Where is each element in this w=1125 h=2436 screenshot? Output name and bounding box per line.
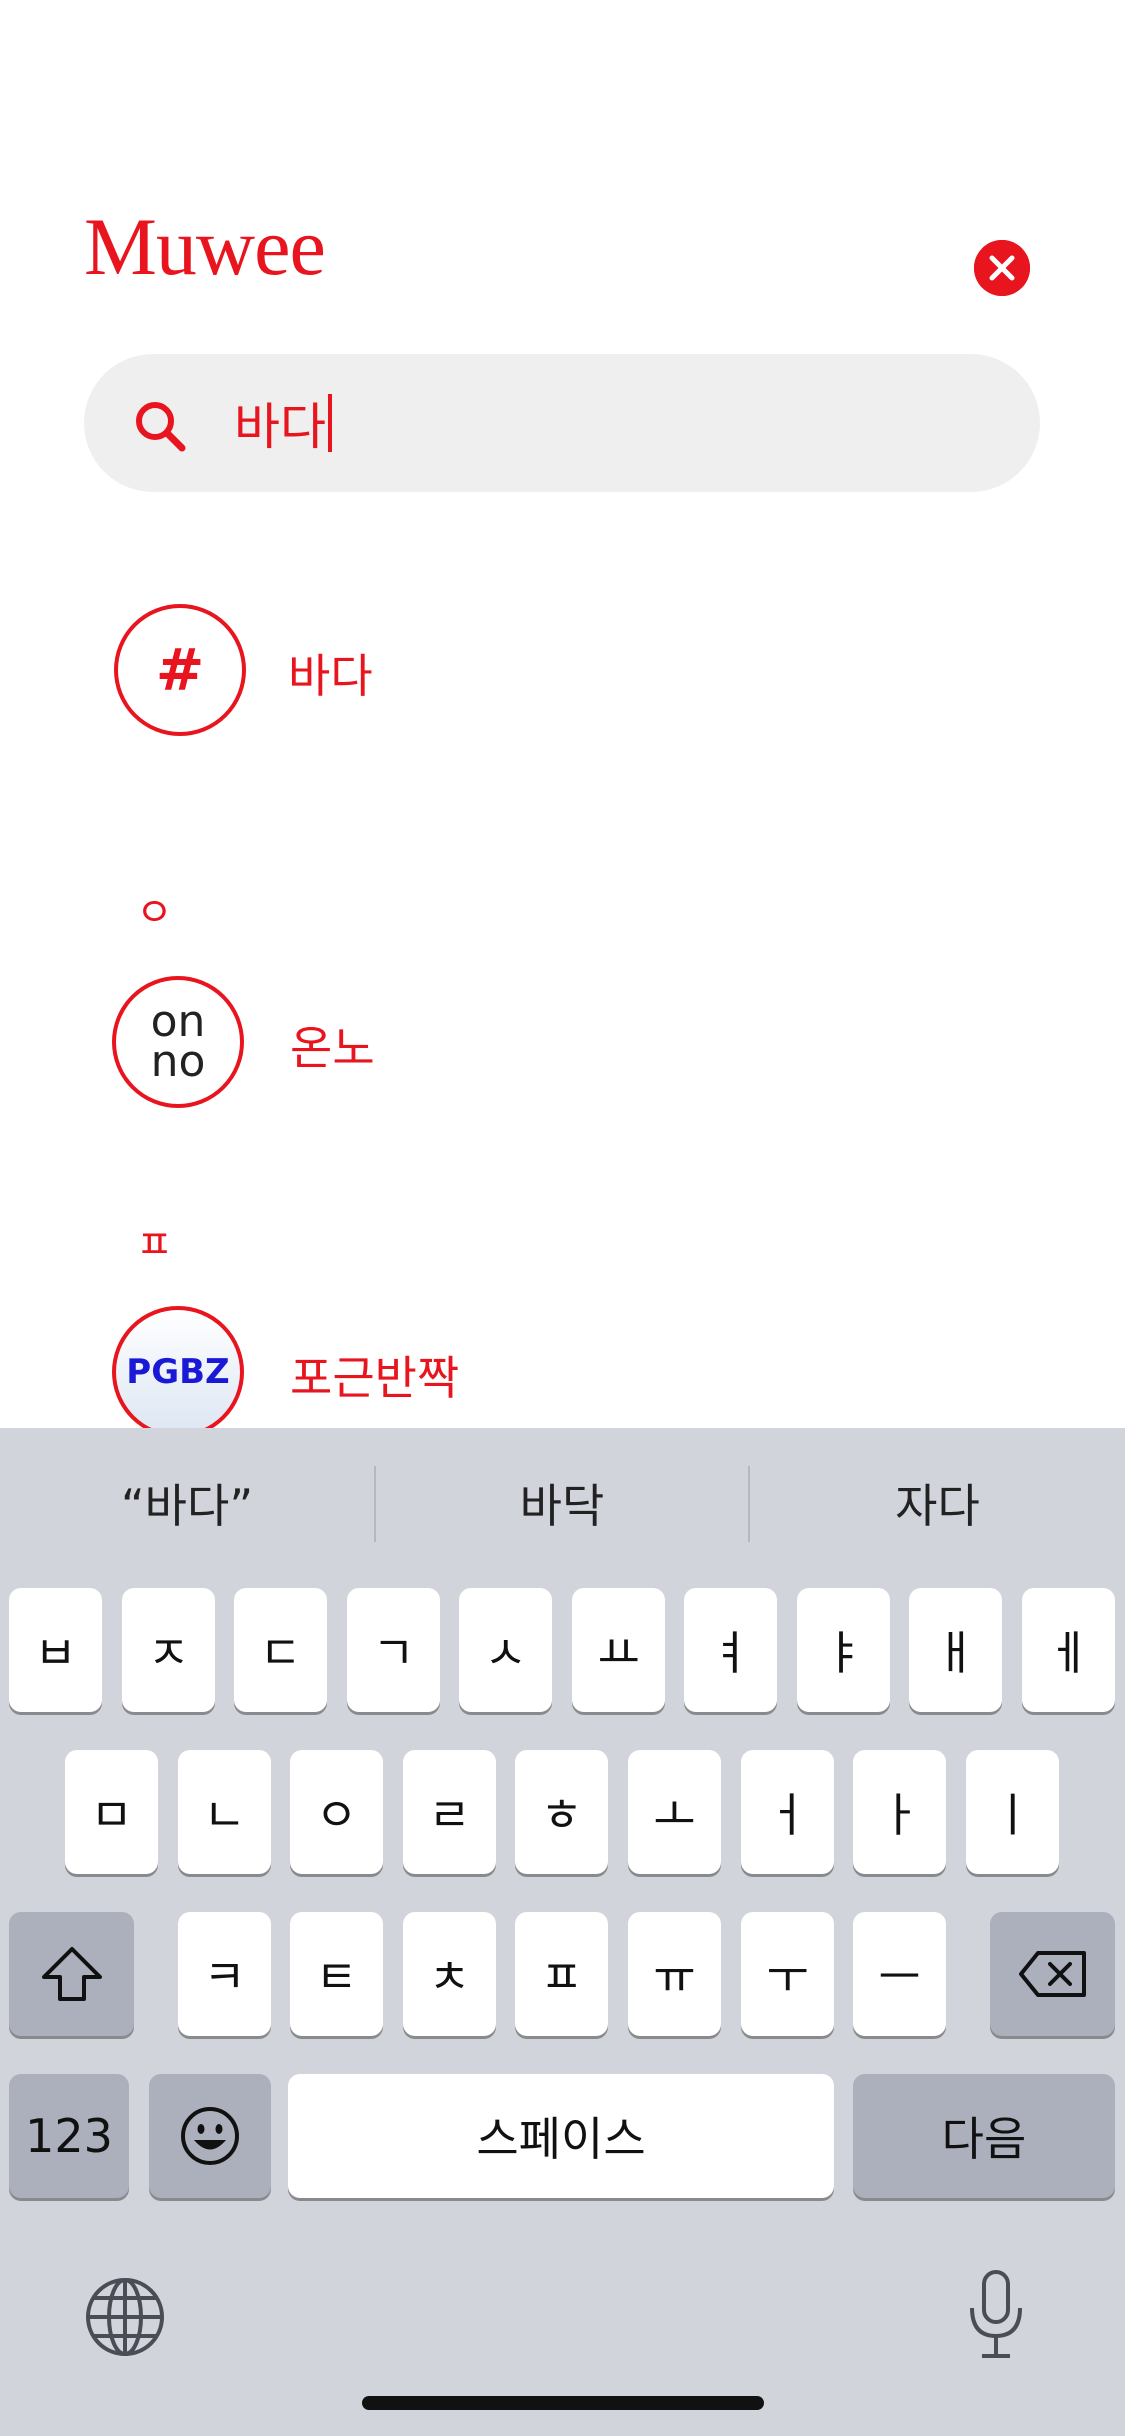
hashtag-avatar: # [114, 604, 246, 736]
key-letter[interactable]: ㅠ [628, 1912, 721, 2036]
onno-avatar: on no [112, 976, 244, 1108]
key-letter[interactable]: ㅎ [515, 1750, 608, 1874]
key-letter[interactable]: ㅛ [572, 1588, 665, 1712]
avatar-text: no [150, 1036, 206, 1087]
shift-icon [41, 1947, 102, 2001]
key-letter[interactable]: ㅕ [684, 1588, 777, 1712]
avatar-text: PGBZ [126, 1352, 230, 1392]
search-input-value: 바다 [234, 398, 326, 456]
backspace-icon [1018, 1951, 1086, 1997]
emoji-icon [181, 2107, 239, 2165]
emoji-key[interactable] [149, 2074, 271, 2198]
keyboard: “바다” 바닥 자다 ㅂ ㅈ ㄷ ㄱ ㅅ ㅛ ㅕ ㅑ ㅐ ㅔ ㅁ ㄴ ㅇ ㄹ ㅎ… [0, 1428, 1125, 2436]
list-item[interactable]: on no 온노 [112, 976, 912, 1108]
pgbz-avatar: PGBZ [112, 1306, 244, 1438]
home-indicator[interactable] [362, 2396, 764, 2410]
globe-icon[interactable] [84, 2276, 166, 2358]
key-letter[interactable]: ㅑ [797, 1588, 890, 1712]
hashtag-icon: # [155, 636, 205, 704]
key-letter[interactable]: ㅜ [741, 1912, 834, 2036]
key-letter[interactable]: ㅌ [290, 1912, 383, 2036]
key-letter[interactable]: ㄹ [403, 1750, 496, 1874]
key-letter[interactable]: ㅊ [403, 1912, 496, 2036]
key-letter[interactable]: ㅡ [853, 1912, 946, 2036]
search-icon [136, 402, 186, 452]
suggestion-item[interactable]: “바다” [0, 1428, 374, 1578]
key-letter[interactable]: ㅅ [459, 1588, 552, 1712]
list-item-label: 온노 [290, 1021, 375, 1075]
space-key[interactable]: 스페이스 [288, 2074, 834, 2198]
list-item[interactable]: PGBZ 포근반짝 [112, 1306, 912, 1438]
section-header: ㅍ [136, 1222, 173, 1268]
search-input[interactable]: 바다 [234, 390, 332, 456]
key-letter[interactable]: ㅇ [290, 1750, 383, 1874]
list-item-label: 바다 [288, 649, 373, 703]
numbers-key[interactable]: 123 [9, 2074, 129, 2198]
close-button[interactable] [974, 240, 1030, 296]
shift-key[interactable] [9, 1912, 134, 2036]
app-logo: Muwee [84, 201, 326, 292]
key-letter[interactable]: ㅈ [122, 1588, 215, 1712]
key-letter[interactable]: ㄷ [234, 1588, 327, 1712]
key-letter[interactable]: ㅁ [65, 1750, 158, 1874]
key-letter[interactable]: ㅋ [178, 1912, 271, 2036]
microphone-icon[interactable] [966, 2268, 1026, 2364]
key-letter[interactable]: ㅓ [741, 1750, 834, 1874]
key-letter[interactable]: ㄱ [347, 1588, 440, 1712]
suggestion-item[interactable]: 바닥 [376, 1428, 748, 1578]
list-item-label: 포근반짝 [290, 1351, 460, 1405]
key-letter[interactable]: ㅣ [966, 1750, 1059, 1874]
close-icon [974, 240, 1030, 296]
key-letter[interactable]: ㅍ [515, 1912, 608, 2036]
key-letter[interactable]: ㅐ [909, 1588, 1002, 1712]
key-letter[interactable]: ㅔ [1022, 1588, 1115, 1712]
key-letter[interactable]: ㄴ [178, 1750, 271, 1874]
search-bar[interactable]: 바다 [84, 354, 1040, 492]
key-letter[interactable]: ㅏ [853, 1750, 946, 1874]
suggestion-item[interactable]: 자다 [750, 1428, 1125, 1578]
list-item[interactable]: # 바다 [114, 604, 914, 736]
backspace-key[interactable] [990, 1912, 1115, 2036]
key-letter[interactable]: ㅂ [9, 1588, 102, 1712]
key-letter[interactable]: ㅗ [628, 1750, 721, 1874]
next-key[interactable]: 다음 [853, 2074, 1115, 2198]
text-caret [328, 394, 332, 452]
section-header: ㅇ [136, 890, 173, 936]
